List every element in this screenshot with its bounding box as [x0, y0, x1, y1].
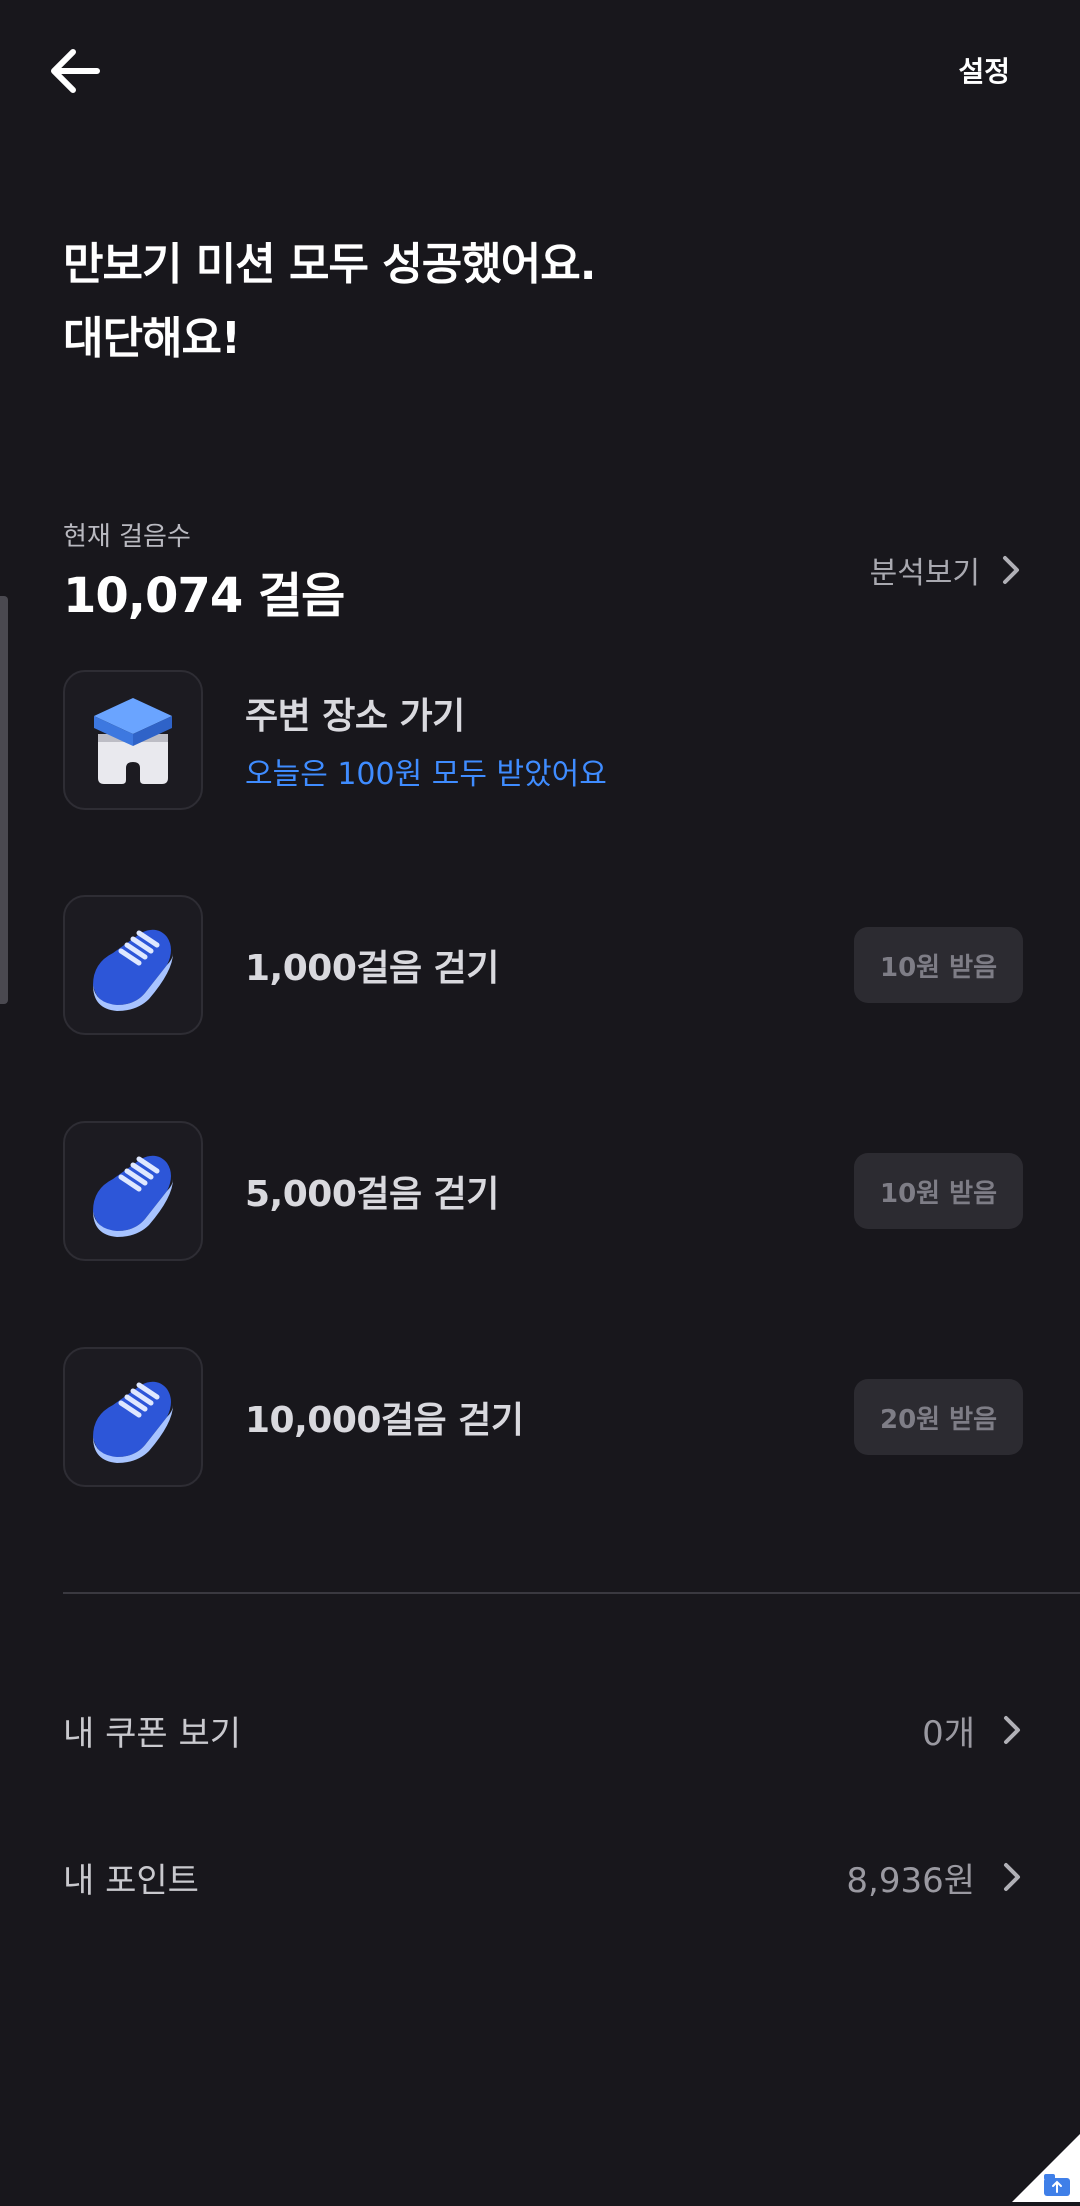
corner-folder-icon[interactable]: [1012, 2134, 1080, 2202]
chevron-right-icon: [1004, 1716, 1020, 1744]
my-coupons-link[interactable]: 내 쿠폰 보기 0개: [63, 1700, 1023, 1760]
reward-received-button[interactable]: 10원 받음: [854, 1153, 1023, 1229]
reward-received-button[interactable]: 10원 받음: [854, 927, 1023, 1003]
chevron-right-icon: [1003, 556, 1019, 584]
mission-title: 10,000걸음 걷기: [245, 1400, 524, 1441]
mission-title: 5,000걸음 걷기: [245, 1174, 499, 1215]
back-button[interactable]: [40, 36, 110, 106]
chevron-right-icon: [1004, 1863, 1020, 1891]
my-points-label: 내 포인트: [63, 1860, 199, 1901]
edge-scroll-handle[interactable]: [0, 596, 8, 1004]
mission-5000-steps: 5,000걸음 걷기 10원 받음: [63, 1120, 1023, 1262]
mission-subtitle: 오늘은 100원 모두 받았어요: [245, 757, 607, 792]
arrow-left-icon: [51, 49, 100, 93]
my-coupons-count: 0개: [922, 1713, 975, 1754]
current-steps-label: 현재 걸음수: [63, 522, 191, 552]
sneaker-icon: [63, 1347, 203, 1487]
section-divider: [63, 1592, 1080, 1594]
sneaker-icon: [63, 1121, 203, 1261]
building-stamp-icon: [63, 670, 203, 810]
my-points-value: 8,936원: [846, 1860, 975, 1901]
settings-button[interactable]: 설정: [958, 50, 1010, 90]
mission-nearby-place[interactable]: 주변 장소 가기 오늘은 100원 모두 받았어요: [63, 669, 1023, 811]
current-steps-value: 10,074 걸음: [63, 568, 345, 624]
mission-1000-steps: 1,000걸음 걷기 10원 받음: [63, 894, 1023, 1036]
my-points-link[interactable]: 내 포인트 8,936원: [63, 1847, 1023, 1907]
mission-10000-steps: 10,000걸음 걷기 20원 받음: [63, 1346, 1023, 1488]
mission-title: 1,000걸음 걷기: [245, 948, 499, 989]
mission-title: 주변 장소 가기: [245, 696, 465, 737]
my-coupons-label: 내 쿠폰 보기: [63, 1713, 242, 1754]
headline-line-2: 대단해요!: [63, 313, 241, 364]
analysis-label: 분석보기: [869, 556, 980, 591]
page-title: 만보기 미션 모두 성공했어요. 대단해요!: [63, 228, 596, 376]
reward-received-button[interactable]: 20원 받음: [854, 1379, 1023, 1455]
analysis-link[interactable]: 분석보기: [870, 548, 1022, 592]
sneaker-icon: [63, 895, 203, 1035]
headline-line-1: 만보기 미션 모두 성공했어요.: [63, 239, 596, 290]
